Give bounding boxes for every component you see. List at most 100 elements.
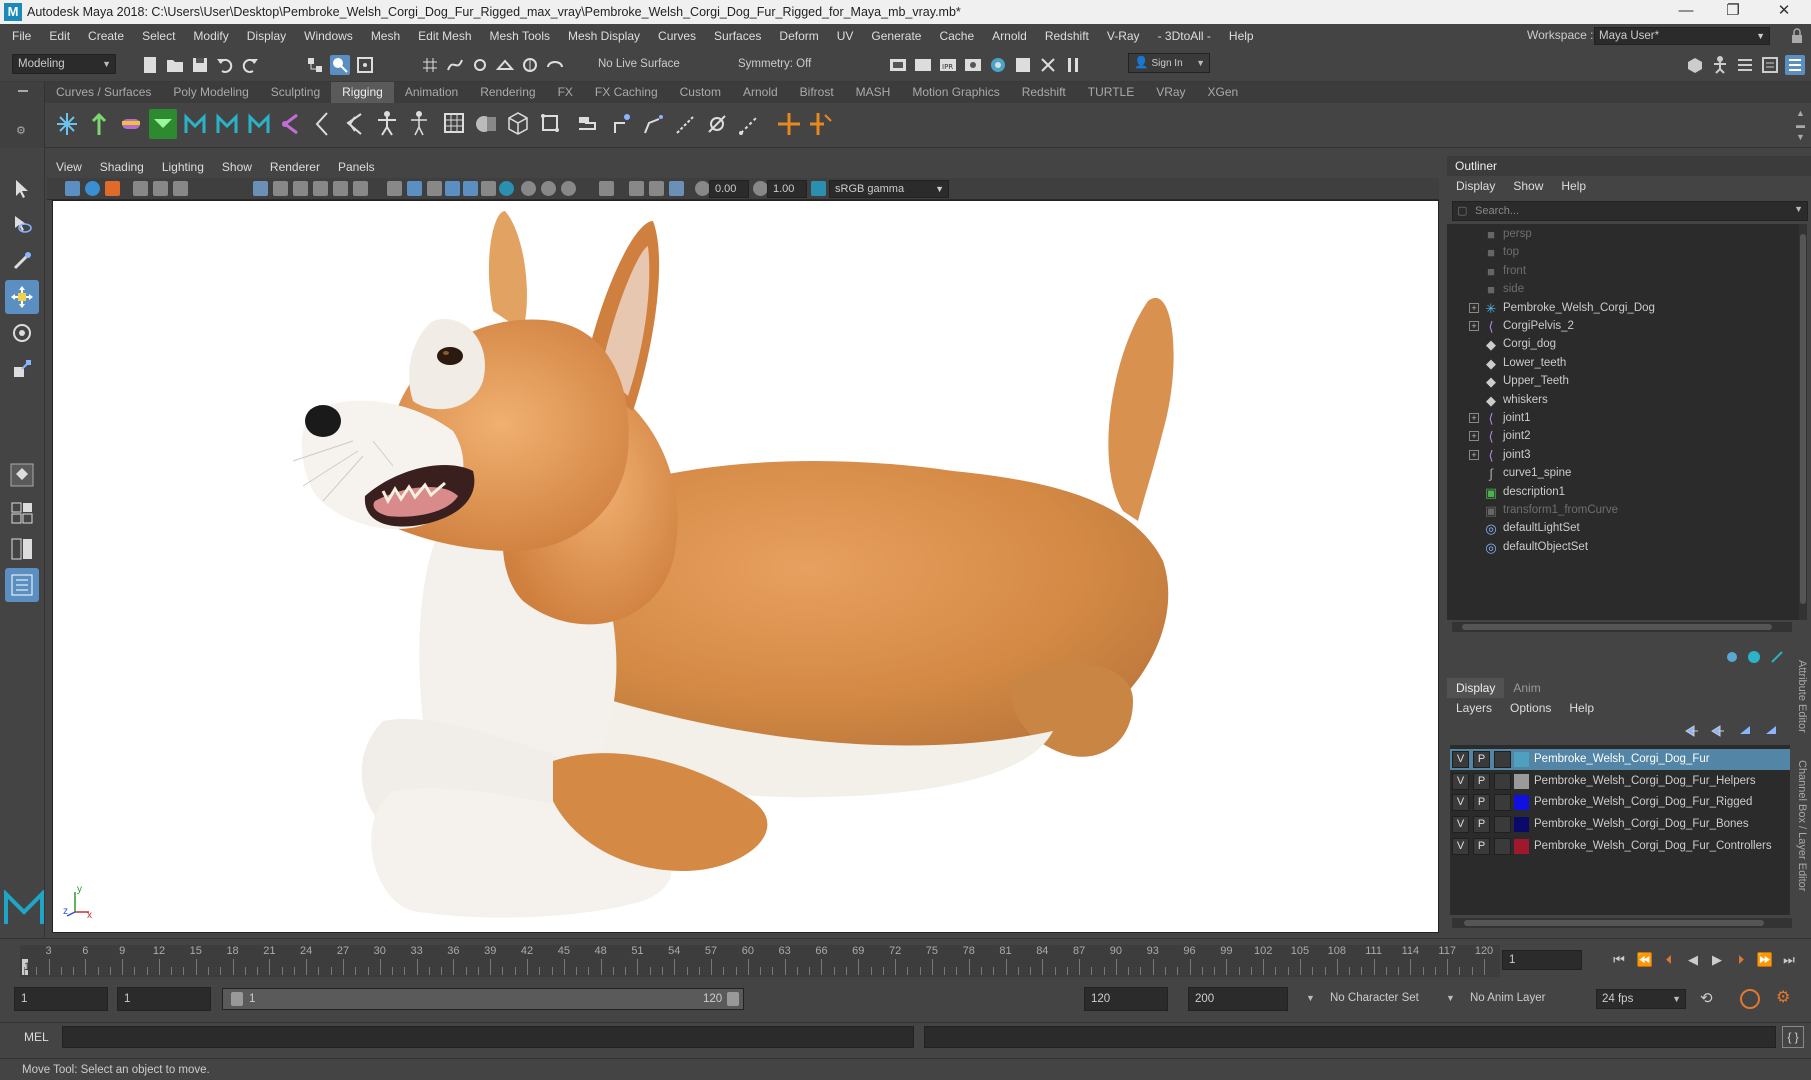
search-filter-icon[interactable]: ▢	[1457, 204, 1467, 217]
menu-v-ray[interactable]: V-Ray	[1098, 24, 1149, 48]
layer-color-swatch[interactable]	[1514, 795, 1529, 811]
layer-horizontal-scrollbar[interactable]	[1452, 918, 1792, 928]
menu-deform[interactable]: Deform	[770, 24, 827, 48]
snap-view-plane-icon[interactable]	[495, 55, 515, 75]
layer-menu-options[interactable]: Options	[1501, 698, 1560, 718]
channel-box-tab[interactable]: Channel Box / Layer Editor	[1796, 760, 1808, 891]
range-slider[interactable]: 1 120	[222, 988, 744, 1010]
redo-icon[interactable]	[240, 55, 260, 75]
layer-row[interactable]: V P Pembroke_Welsh_Corgi_Dog_Fur_Helpers	[1450, 771, 1790, 792]
four-view-layout-icon[interactable]	[5, 496, 39, 530]
layer-display-type-toggle[interactable]	[1494, 837, 1511, 855]
layer-playback-toggle[interactable]: P	[1473, 772, 1490, 790]
camera-attributes-icon[interactable]	[85, 181, 100, 196]
layer-row[interactable]: V P Pembroke_Welsh_Corgi_Dog_Fur_Controlle…	[1450, 836, 1790, 857]
anim-layer-select[interactable]: No Anim Layer	[1470, 992, 1545, 1004]
shelf-tab-redshift[interactable]: Redshift	[1011, 82, 1077, 103]
sign-in-button[interactable]: 👤 Sign In ▼	[1128, 53, 1210, 73]
select-by-object-icon[interactable]	[330, 55, 350, 75]
ipr-render-icon[interactable]: IPR	[938, 55, 958, 75]
panel-menu-panels[interactable]: Panels	[329, 156, 384, 178]
wrap-deformer-icon[interactable]	[472, 109, 500, 139]
mel-label[interactable]: MEL	[24, 1030, 49, 1044]
menu-surfaces[interactable]: Surfaces	[705, 24, 770, 48]
expand-icon[interactable]: +	[1469, 449, 1479, 460]
xray-active-icon[interactable]	[649, 181, 664, 196]
save-scene-icon[interactable]	[190, 55, 210, 75]
maximize-button[interactable]: ❐	[1710, 0, 1756, 24]
mel-input[interactable]	[62, 1026, 914, 1048]
attribute-editor-tab[interactable]: Attribute Editor	[1796, 660, 1808, 733]
xray-joints-icon[interactable]	[629, 181, 644, 196]
backface-culling-icon[interactable]	[669, 181, 684, 196]
select-tool-icon[interactable]	[5, 172, 39, 206]
shelf-tab-sculpting[interactable]: Sculpting	[260, 82, 331, 103]
expand-icon[interactable]: +	[1469, 302, 1479, 313]
remove-joint-icon[interactable]	[703, 109, 731, 139]
menu-windows[interactable]: Windows	[295, 24, 362, 48]
menu-set-select[interactable]: Modeling ▼	[12, 54, 116, 74]
outliner-menu-help[interactable]: Help	[1552, 176, 1595, 196]
shelf-settings-icon[interactable]: ⚙	[16, 124, 26, 137]
perspective-viewport[interactable]: y x z	[52, 200, 1439, 933]
orient-joint-icon[interactable]	[639, 109, 667, 139]
modeling-toolkit-icon[interactable]	[1685, 55, 1705, 75]
skeleton-biped-icon[interactable]	[405, 109, 433, 139]
layer-playback-toggle[interactable]: P	[1473, 837, 1490, 855]
layer-visibility-toggle[interactable]: V	[1452, 751, 1469, 768]
shelf-tab-rendering[interactable]: Rendering	[469, 82, 546, 103]
lock-icon[interactable]	[1789, 28, 1805, 44]
tool-settings-icon[interactable]	[1760, 55, 1780, 75]
step-forward-frame-icon[interactable]: ⏩	[1754, 950, 1776, 970]
shelf-tab-animation[interactable]: Animation	[394, 82, 469, 103]
layer-visibility-toggle[interactable]: V	[1452, 794, 1469, 812]
menu-mesh-tools[interactable]: Mesh Tools	[481, 24, 559, 48]
play-forwards-icon[interactable]: ▶	[1706, 950, 1728, 970]
step-back-frame-icon[interactable]: ⏪	[1634, 950, 1656, 970]
shelf-tab-curves-surfaces[interactable]: Curves / Surfaces	[45, 82, 162, 103]
menu-curves[interactable]: Curves	[649, 24, 705, 48]
close-button[interactable]: ✕	[1761, 0, 1807, 24]
two-d-pan-zoom-icon[interactable]	[153, 181, 168, 196]
menu-file[interactable]: File	[3, 24, 40, 48]
animation-end-field[interactable]: 200	[1188, 987, 1288, 1011]
animation-start-field[interactable]: 1	[14, 987, 108, 1011]
expand-icon[interactable]: +	[1469, 321, 1479, 331]
lasso-tool-icon[interactable]	[5, 208, 39, 242]
make-live-icon[interactable]	[520, 55, 540, 75]
layer-row[interactable]: V P Pembroke_Welsh_Corgi_Dog_Fur_Bones	[1450, 814, 1790, 835]
multisample-aa-icon[interactable]	[561, 181, 576, 196]
minimize-button[interactable]: —	[1663, 0, 1709, 24]
snap-surface-icon[interactable]	[545, 55, 565, 75]
panel-menu-lighting[interactable]: Lighting	[153, 156, 213, 178]
layer-display-type-toggle[interactable]	[1494, 816, 1511, 834]
shelf-tab-fx[interactable]: FX	[547, 82, 584, 103]
isolate-select-icon[interactable]	[599, 181, 614, 196]
outliner-menu-display[interactable]: Display	[1447, 176, 1504, 196]
snap-grid-icon[interactable]	[420, 55, 440, 75]
image-plane-icon[interactable]	[133, 181, 148, 196]
cluster-deformer-icon[interactable]	[536, 109, 564, 139]
animation-preferences-icon[interactable]: ⚙	[1776, 987, 1790, 1007]
render-current-frame-icon[interactable]	[888, 55, 908, 75]
menu-uv[interactable]: UV	[828, 24, 863, 48]
shadows-icon[interactable]	[499, 181, 514, 196]
mirror-joint-icon[interactable]	[607, 109, 635, 139]
two-view-layout-icon[interactable]	[5, 532, 39, 566]
select-by-component-icon[interactable]	[355, 55, 375, 75]
attribute-editor-toggle-icon[interactable]	[1735, 55, 1755, 75]
shelf-tab-xgen[interactable]: XGen	[1197, 82, 1250, 103]
color-management-icon[interactable]	[811, 181, 826, 196]
outliner-search[interactable]: ▢ Search... ▼	[1452, 201, 1808, 221]
layer-color-swatch[interactable]	[1514, 817, 1529, 833]
shelf-tab-fx-caching[interactable]: FX Caching	[584, 82, 669, 103]
menu-edit[interactable]: Edit	[40, 24, 79, 48]
layer-visibility-toggle[interactable]: V	[1452, 816, 1469, 834]
expand-icon[interactable]: +	[1469, 431, 1479, 442]
menu-edit-mesh[interactable]: Edit Mesh	[409, 24, 480, 48]
panel-menu-view[interactable]: View	[47, 156, 91, 178]
layer-display-type-toggle[interactable]	[1494, 772, 1511, 790]
chevron-down-icon[interactable]: ▼	[1794, 204, 1803, 214]
shelf-tab-motion-graphics[interactable]: Motion Graphics	[901, 82, 1010, 103]
layer-visibility-toggle[interactable]: V	[1452, 837, 1469, 855]
